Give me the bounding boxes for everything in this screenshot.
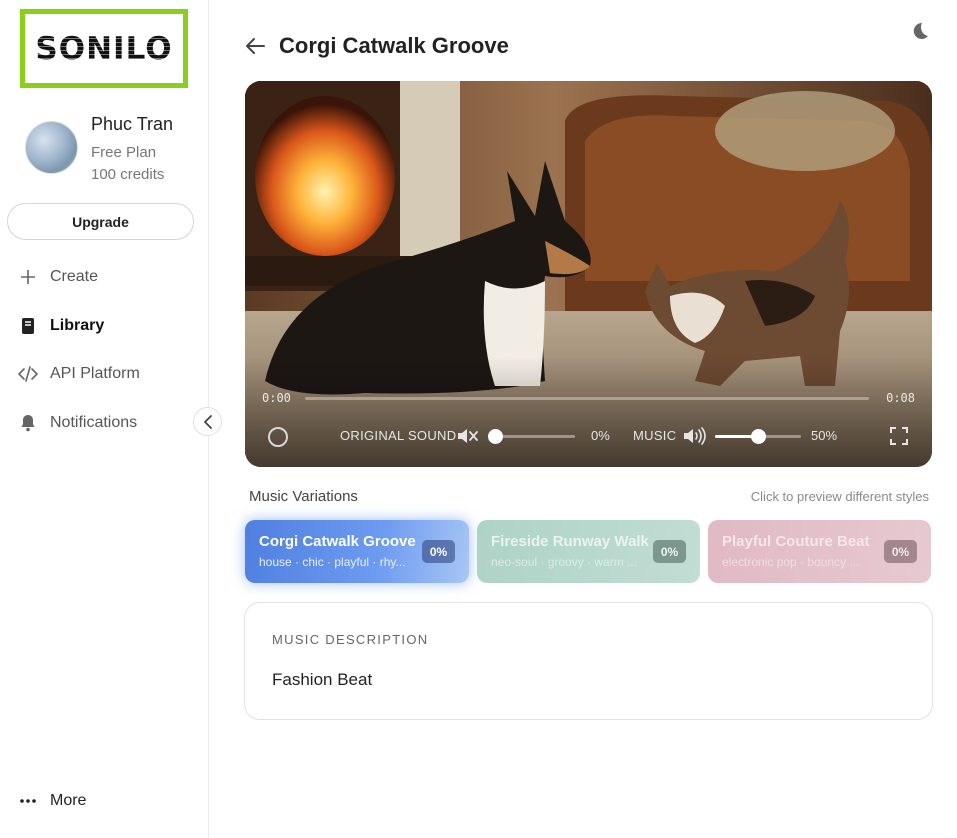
music-description-panel: MUSIC DESCRIPTION Fashion Beat xyxy=(244,602,933,720)
collapse-sidebar-button[interactable] xyxy=(193,407,222,436)
variations-title: Music Variations xyxy=(249,488,358,505)
loading-spinner-icon[interactable] xyxy=(268,427,288,447)
back-arrow-icon[interactable] xyxy=(244,35,266,57)
variation-title: Fireside Runway Walk xyxy=(491,533,649,550)
sidebar-item-api-platform[interactable]: API Platform xyxy=(18,359,140,389)
variations-hint: Click to preview different styles xyxy=(750,489,929,504)
total-time: 0:08 xyxy=(886,391,915,405)
theme-toggle-moon-icon[interactable] xyxy=(908,20,930,42)
volume-icon[interactable] xyxy=(683,426,706,446)
variation-tags: electronic pop · bouncy ... xyxy=(722,555,860,569)
controls-overlay xyxy=(245,357,932,467)
variation-card-selected[interactable]: Corgi Catwalk Groove house · chic · play… xyxy=(245,520,469,583)
avatar xyxy=(25,121,78,174)
slider-knob[interactable] xyxy=(488,429,503,444)
mute-icon[interactable] xyxy=(457,426,479,446)
music-slider[interactable] xyxy=(715,429,801,444)
progress-bar[interactable] xyxy=(305,397,869,400)
sidebar-item-notifications[interactable]: Notifications xyxy=(18,408,137,438)
variation-title: Playful Couture Beat xyxy=(722,533,870,550)
variation-card[interactable]: Fireside Runway Walk neo-soul · groovy ·… xyxy=(477,520,700,583)
variation-card[interactable]: Playful Couture Beat electronic pop · bo… xyxy=(708,520,931,583)
description-value: Fashion Beat xyxy=(272,670,373,689)
code-icon xyxy=(18,364,38,384)
sidebar-item-create[interactable]: Create xyxy=(18,262,98,292)
slider-knob[interactable] xyxy=(751,429,766,444)
fullscreen-icon[interactable] xyxy=(890,427,908,445)
video-player[interactable]: 0:00 0:08 ORIGINAL SOUND 0% MUSIC 50% xyxy=(245,81,932,467)
original-sound-percent: 0% xyxy=(591,428,610,443)
sidebar-item-more[interactable]: More xyxy=(18,788,86,814)
sidebar-item-label: More xyxy=(50,792,87,809)
bell-icon xyxy=(18,413,38,433)
variation-tags: house · chic · playful · rhy... xyxy=(259,555,406,569)
sidebar-item-label: Create xyxy=(50,268,99,285)
sidebar-item-label: API Platform xyxy=(50,365,140,382)
sidebar-item-library[interactable]: Library xyxy=(18,311,104,341)
sidebar-item-label: Library xyxy=(50,317,105,334)
music-percent: 50% xyxy=(811,428,838,443)
current-time: 0:00 xyxy=(262,391,291,405)
chevron-left-icon xyxy=(203,414,213,429)
book-icon xyxy=(18,316,38,336)
user-profile[interactable]: Phuc Tran Free Plan 100 credits xyxy=(25,111,200,186)
description-label: MUSIC DESCRIPTION xyxy=(272,632,429,647)
page-title: Corgi Catwalk Groove xyxy=(279,33,509,58)
sidebar-item-label: Notifications xyxy=(50,414,138,431)
variation-progress-badge: 0% xyxy=(422,540,455,563)
original-sound-label: ORIGINAL SOUND xyxy=(340,428,457,443)
sidebar: SONILO Phuc Tran Free Plan 100 credits U… xyxy=(0,0,209,838)
user-name: Phuc Tran xyxy=(91,114,174,134)
upgrade-button[interactable]: Upgrade xyxy=(7,203,194,240)
user-credits: 100 credits xyxy=(91,166,165,183)
variation-progress-badge: 0% xyxy=(884,540,917,563)
plus-icon xyxy=(18,267,38,287)
variation-title: Corgi Catwalk Groove xyxy=(259,533,416,550)
variation-progress-badge: 0% xyxy=(653,540,686,563)
variation-tags: neo-soul · groovy · warm ... xyxy=(491,555,638,569)
original-sound-slider[interactable] xyxy=(488,429,575,444)
logo-text: SONILO xyxy=(35,30,173,67)
user-plan: Free Plan xyxy=(91,144,157,161)
music-label: MUSIC xyxy=(633,428,677,443)
more-dots-icon xyxy=(18,799,38,803)
brand-logo[interactable]: SONILO xyxy=(20,9,188,88)
